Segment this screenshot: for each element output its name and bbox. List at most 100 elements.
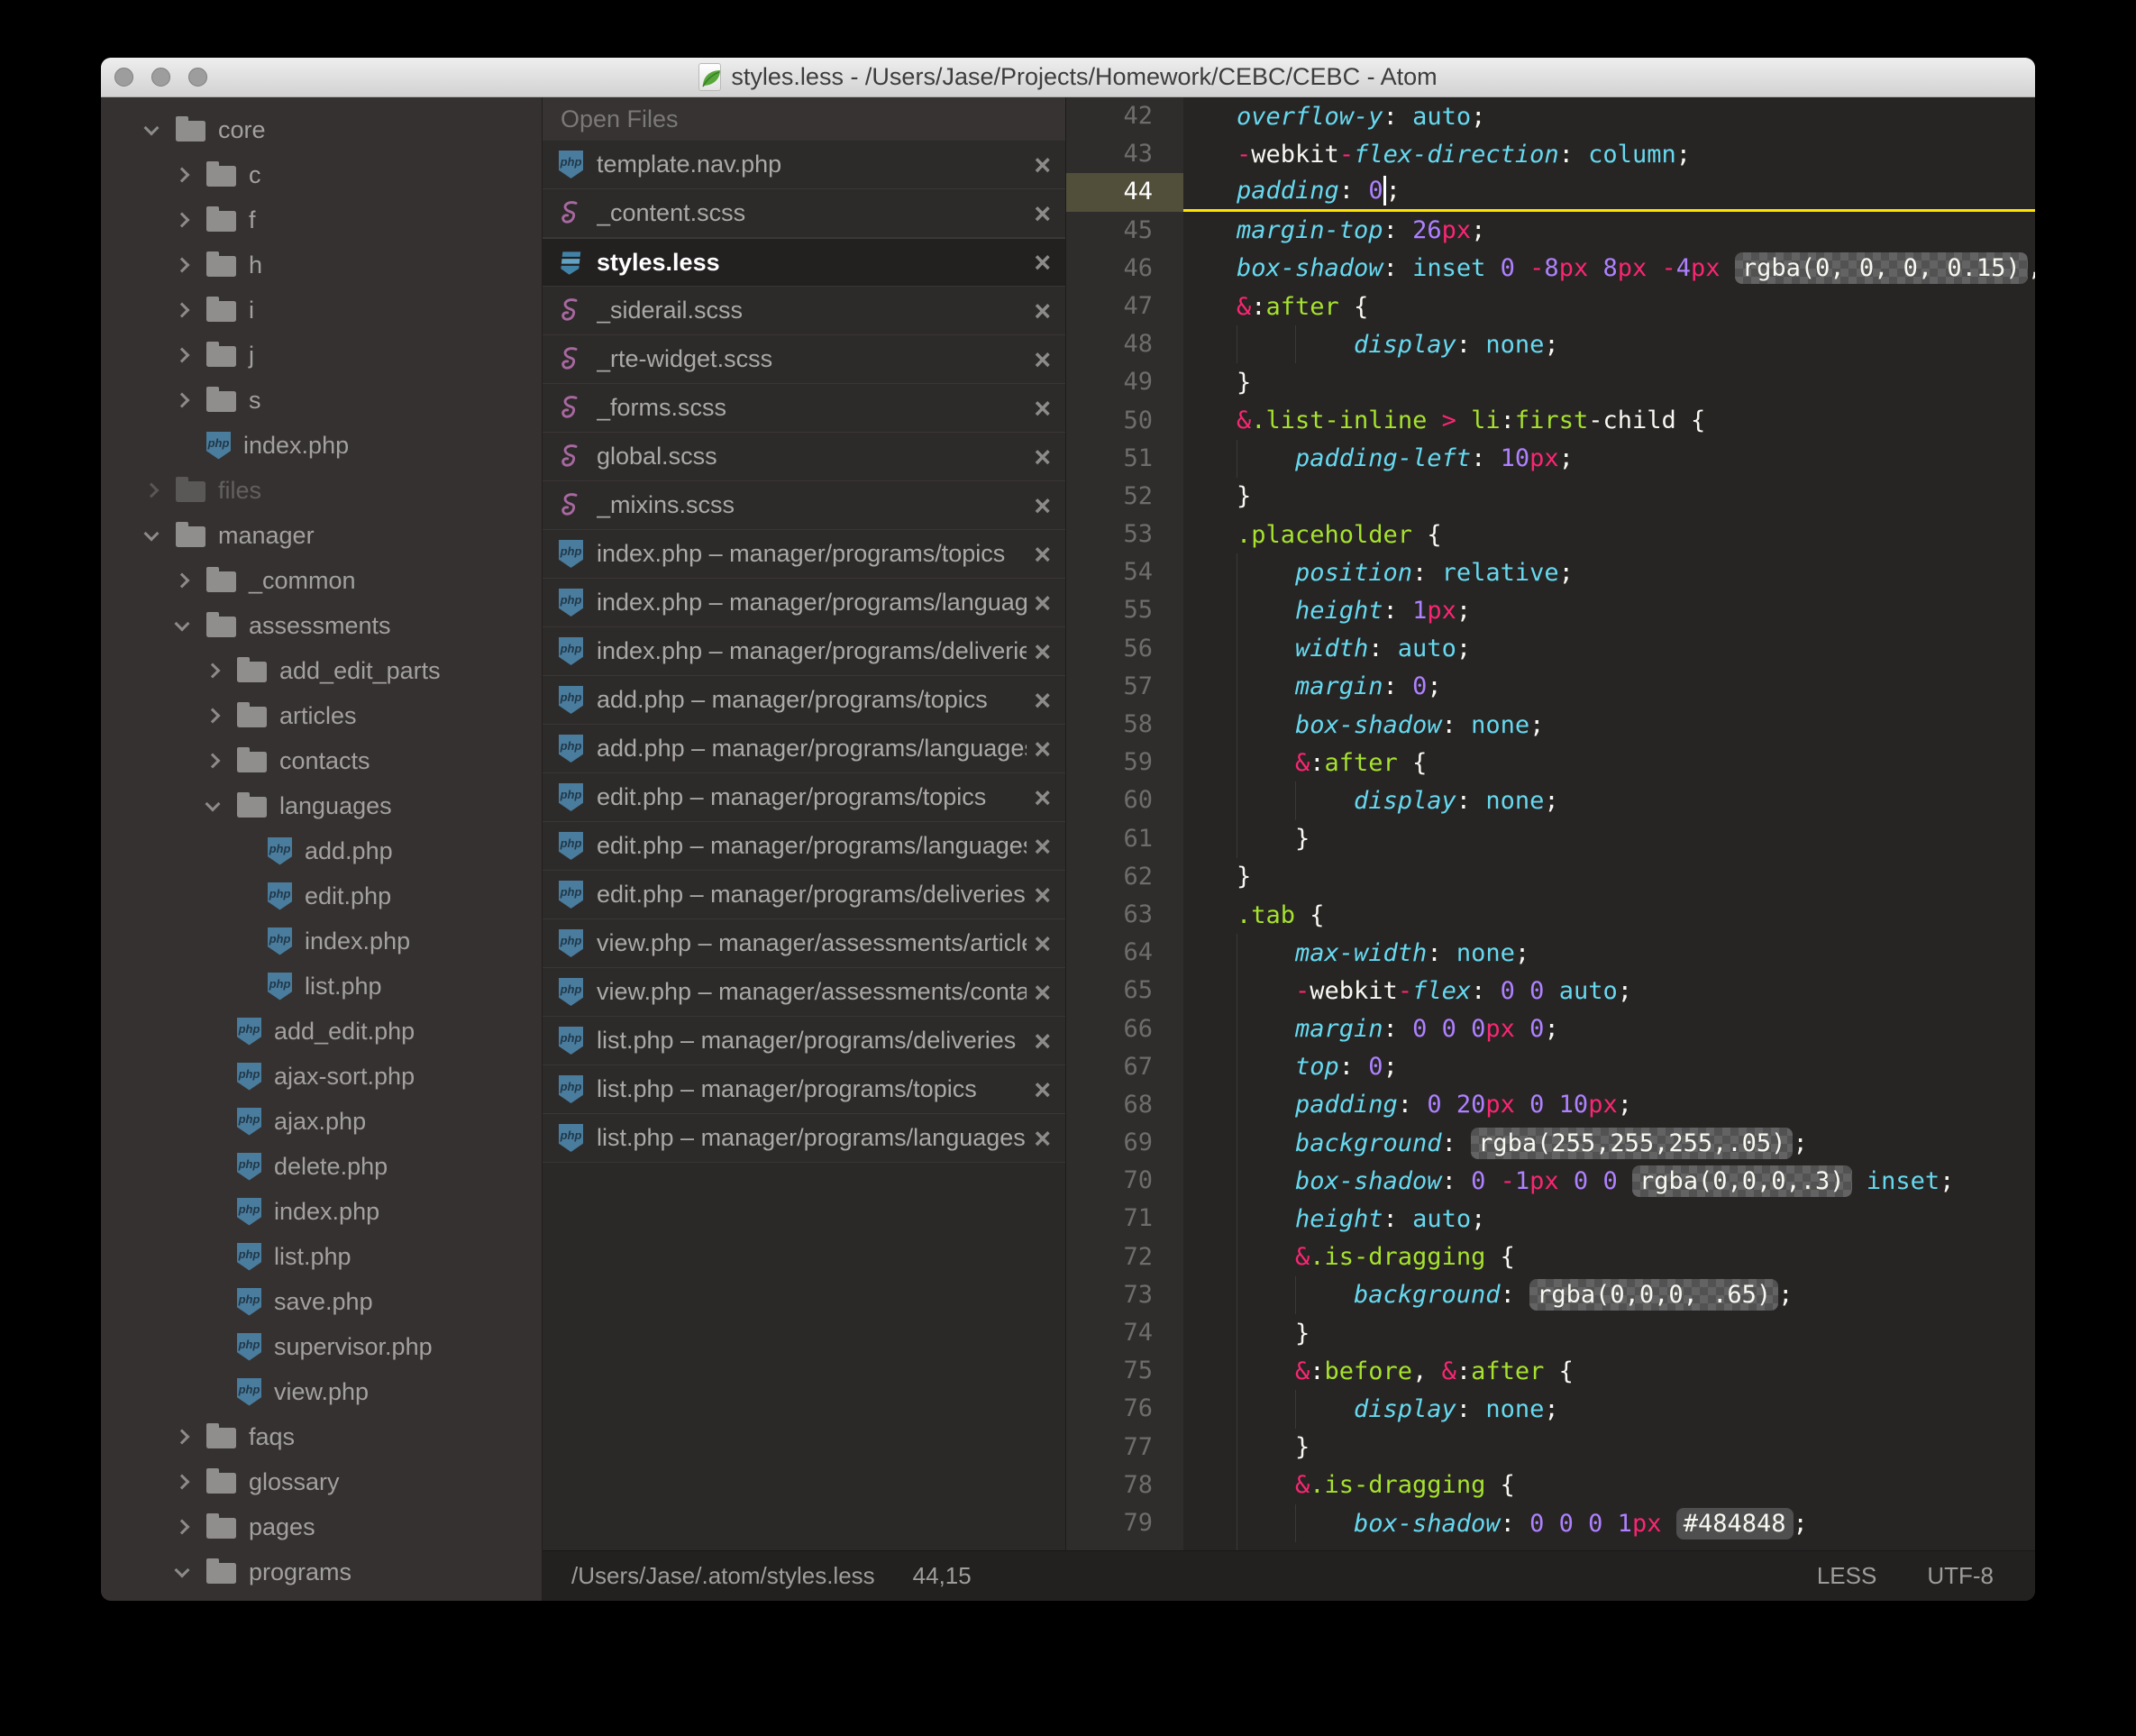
- tree-item-h[interactable]: h: [101, 242, 542, 288]
- code-line-77[interactable]: }: [1183, 1429, 2035, 1466]
- code-line-56[interactable]: width: auto;: [1183, 630, 2035, 668]
- tree-item-s[interactable]: s: [101, 378, 542, 423]
- grammar-selector[interactable]: LESS: [1817, 1562, 1877, 1590]
- open-file-_forms.scss[interactable]: _forms.scss×: [543, 384, 1065, 433]
- open-file-view.php[interactable]: phpview.php – manager/assessments/articl…: [543, 919, 1065, 968]
- close-file-icon[interactable]: ×: [1034, 832, 1051, 861]
- close-file-icon[interactable]: ×: [1034, 491, 1051, 520]
- tree-item-_common[interactable]: _common: [101, 558, 542, 603]
- chevron-right-icon[interactable]: [175, 213, 190, 228]
- close-file-icon[interactable]: ×: [1034, 151, 1051, 179]
- chevron-right-icon[interactable]: [175, 1430, 190, 1445]
- close-file-icon[interactable]: ×: [1034, 686, 1051, 715]
- open-file-list.php[interactable]: phplist.php – manager/programs/topics×: [543, 1065, 1065, 1114]
- minimize-window-button[interactable]: [151, 68, 170, 87]
- open-file-view.php[interactable]: phpview.php – manager/assessments/contac…: [543, 968, 1065, 1017]
- chevron-down-icon[interactable]: [175, 1563, 190, 1578]
- chevron-right-icon[interactable]: [175, 1520, 190, 1535]
- code-line-45[interactable]: margin-top: 26px;: [1183, 212, 2035, 250]
- code-line-60[interactable]: display: none;: [1183, 781, 2035, 819]
- code-line-63[interactable]: .tab {: [1183, 896, 2035, 934]
- open-file-edit.php[interactable]: phpedit.php – manager/programs/languages…: [543, 822, 1065, 871]
- tree-item-j[interactable]: j: [101, 333, 542, 378]
- chevron-right-icon[interactable]: [205, 708, 221, 724]
- chevron-right-icon[interactable]: [205, 754, 221, 769]
- chevron-right-icon[interactable]: [205, 663, 221, 679]
- tree-item-assessments[interactable]: assessments: [101, 603, 542, 648]
- close-file-icon[interactable]: ×: [1034, 1075, 1051, 1104]
- close-file-icon[interactable]: ×: [1034, 345, 1051, 374]
- close-file-icon[interactable]: ×: [1034, 589, 1051, 617]
- code-line-73[interactable]: background: rgba(0,0,0, .65);: [1183, 1276, 2035, 1314]
- close-window-button[interactable]: [114, 68, 133, 87]
- open-file-add.php[interactable]: phpadd.php – manager/programs/languages×: [543, 725, 1065, 773]
- open-file-global.scss[interactable]: global.scss×: [543, 433, 1065, 481]
- editor-pane[interactable]: 4243444546474849505152535455565758596061…: [1066, 97, 2035, 1550]
- code-line-61[interactable]: }: [1183, 820, 2035, 858]
- open-file-add.php[interactable]: phpadd.php – manager/programs/topics×: [543, 676, 1065, 725]
- open-file-_rte-widget.scss[interactable]: _rte-widget.scss×: [543, 335, 1065, 384]
- code-line-47[interactable]: &:after {: [1183, 288, 2035, 325]
- open-file-index.php[interactable]: phpindex.php – manager/programs/topics×: [543, 530, 1065, 579]
- tree-item-f[interactable]: f: [101, 197, 542, 242]
- code-line-72[interactable]: &.is-dragging {: [1183, 1238, 2035, 1276]
- chevron-right-icon[interactable]: [144, 483, 160, 498]
- code-line-65[interactable]: -webkit-flex: 0 0 auto;: [1183, 972, 2035, 1010]
- chevron-right-icon[interactable]: [175, 573, 190, 589]
- chevron-down-icon[interactable]: [144, 526, 160, 542]
- tree-item-list.php[interactable]: phplist.php: [101, 964, 542, 1009]
- close-file-icon[interactable]: ×: [1034, 248, 1051, 277]
- close-file-icon[interactable]: ×: [1034, 443, 1051, 471]
- code-line-52[interactable]: }: [1183, 478, 2035, 516]
- code-line-46[interactable]: box-shadow: inset 0 -8px 8px -4px rgba(0…: [1183, 250, 2035, 288]
- tree-item-supervisor.php[interactable]: phpsupervisor.php: [101, 1324, 542, 1369]
- code-line-75[interactable]: &:before, &:after {: [1183, 1352, 2035, 1390]
- chevron-right-icon[interactable]: [175, 303, 190, 318]
- tree-item-files[interactable]: files: [101, 468, 542, 513]
- code-line-67[interactable]: top: 0;: [1183, 1048, 2035, 1086]
- open-file-index.php[interactable]: phpindex.php – manager/programs/deliveri…: [543, 627, 1065, 676]
- close-file-icon[interactable]: ×: [1034, 637, 1051, 666]
- code-line-78[interactable]: &.is-dragging {: [1183, 1466, 2035, 1504]
- tree-item-articles[interactable]: articles: [101, 693, 542, 738]
- close-file-icon[interactable]: ×: [1034, 735, 1051, 763]
- cursor-position[interactable]: 44,15: [913, 1562, 972, 1590]
- code-line-59[interactable]: &:after {: [1183, 744, 2035, 781]
- chevron-right-icon[interactable]: [175, 1475, 190, 1490]
- code-line-49[interactable]: }: [1183, 363, 2035, 401]
- tree-item-delete.php[interactable]: phpdelete.php: [101, 1144, 542, 1189]
- tree-item-faqs[interactable]: faqs: [101, 1414, 542, 1459]
- encoding-selector[interactable]: UTF-8: [1927, 1562, 1994, 1590]
- tree-item-pages[interactable]: pages: [101, 1504, 542, 1549]
- chevron-right-icon[interactable]: [175, 393, 190, 408]
- code-line-71[interactable]: height: auto;: [1183, 1200, 2035, 1238]
- code-line-79[interactable]: box-shadow: 0 0 0 1px #484848;: [1183, 1504, 2035, 1542]
- close-file-icon[interactable]: ×: [1034, 978, 1051, 1007]
- tree-item-add_edit_parts[interactable]: add_edit_parts: [101, 648, 542, 693]
- tree-item-save.php[interactable]: phpsave.php: [101, 1279, 542, 1324]
- code-line-57[interactable]: margin: 0;: [1183, 668, 2035, 706]
- tree-item-programs[interactable]: programs: [101, 1549, 542, 1594]
- title-bar[interactable]: styles.less - /Users/Jase/Projects/Homew…: [101, 58, 2035, 97]
- chevron-down-icon[interactable]: [175, 617, 190, 632]
- code-line-44[interactable]: padding: 0;: [1183, 173, 2035, 211]
- tree-item-edit.php[interactable]: phpedit.php: [101, 873, 542, 918]
- zoom-window-button[interactable]: [188, 68, 207, 87]
- code-line-80[interactable]: }: [1183, 1542, 2035, 1550]
- close-file-icon[interactable]: ×: [1034, 783, 1051, 812]
- code-line-54[interactable]: position: relative;: [1183, 553, 2035, 591]
- close-file-icon[interactable]: ×: [1034, 881, 1051, 909]
- chevron-down-icon[interactable]: [144, 121, 160, 136]
- open-file-_siderail.scss[interactable]: _siderail.scss×: [543, 287, 1065, 335]
- tree-item-languages[interactable]: languages: [101, 783, 542, 828]
- chevron-right-icon[interactable]: [175, 168, 190, 183]
- tree-item-index.php[interactable]: phpindex.php: [101, 423, 542, 468]
- code-line-68[interactable]: padding: 0 20px 0 10px;: [1183, 1086, 2035, 1124]
- code-line-62[interactable]: }: [1183, 858, 2035, 896]
- open-file-template.nav.php[interactable]: phptemplate.nav.php×: [543, 141, 1065, 189]
- tree-item-list.php[interactable]: phplist.php: [101, 1234, 542, 1279]
- tree-item-contacts[interactable]: contacts: [101, 738, 542, 783]
- code-line-66[interactable]: margin: 0 0 0px 0;: [1183, 1010, 2035, 1048]
- code-line-64[interactable]: max-width: none;: [1183, 934, 2035, 972]
- open-file-_content.scss[interactable]: _content.scss×: [543, 189, 1065, 238]
